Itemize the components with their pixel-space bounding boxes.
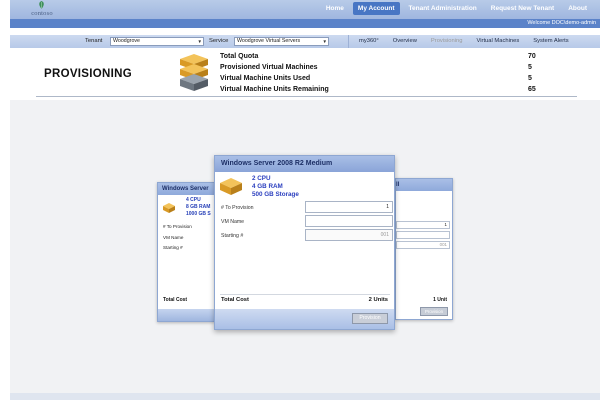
page-title: PROVISIONING <box>44 68 132 80</box>
hard-drive-icon <box>163 203 175 213</box>
quota-row: Provisioned Virtual Machines 5 <box>220 64 540 75</box>
vm-name-label: VM Name <box>163 235 184 240</box>
starting-label: Starting # <box>163 245 183 250</box>
chevron-down-icon: ▼ <box>197 39 202 44</box>
total-cost-label: Total Cost <box>221 297 249 303</box>
quota-row: Virtual Machine Units Used 5 <box>220 75 540 86</box>
tab-overview[interactable]: Overview <box>386 38 424 44</box>
footer-band <box>10 393 600 400</box>
to-provision-label: # To Provision <box>221 205 254 211</box>
hard-drive-icon <box>220 178 242 195</box>
brand-name: contoso <box>31 10 53 17</box>
quota-label: Virtual Machine Units Used <box>220 75 311 82</box>
spec-ram: 8 GB RAM <box>186 204 211 210</box>
total-cost-label: Total Cost <box>163 297 188 303</box>
top-nav: Home My Account Tenant Administration Re… <box>321 2 592 15</box>
quota-value: 65 <box>528 86 536 93</box>
tenant-select-value: Woodgrove <box>113 38 140 44</box>
card-title: Windows Server <box>158 183 214 195</box>
tab-virtual-machines[interactable]: Virtual Machines <box>469 38 526 44</box>
spec-ram: 4 GB RAM <box>252 183 283 190</box>
to-provision-input[interactable]: 1 <box>305 201 393 213</box>
chevron-down-icon: ▼ <box>322 39 327 44</box>
total-units: 1 Unit <box>433 297 447 303</box>
card-footer <box>158 309 214 321</box>
tab-provisioning[interactable]: Provisioning <box>424 38 470 44</box>
nav-home[interactable]: Home <box>321 2 349 15</box>
subnav-divider <box>348 35 349 48</box>
header-divider <box>36 96 577 97</box>
service-label: Service <box>209 38 229 44</box>
welcome-bar: Welcome DOC\demo-admin <box>10 19 600 28</box>
welcome-text: Welcome DOC\demo-admin <box>527 20 596 26</box>
server-stack-icon <box>180 54 208 91</box>
nav-request-new-tenant[interactable]: Request New Tenant <box>486 2 559 15</box>
to-provision-label: # To Provision <box>163 224 192 229</box>
quota-summary: Total Quota 70 Provisioned Virtual Machi… <box>220 53 540 97</box>
quota-value: 5 <box>528 64 532 71</box>
tenant-label: Tenant <box>85 38 103 44</box>
spec-cpu: 2 CPU <box>252 175 271 182</box>
spec-storage: 1000 GB S <box>186 211 211 217</box>
spec-cpu: 4 CPU <box>186 197 201 203</box>
tab-system-alerts[interactable]: System Alerts <box>526 38 575 44</box>
quota-label: Virtual Machine Units Remaining <box>220 86 329 93</box>
vm-name-label: VM Name <box>221 219 245 225</box>
quota-label: Provisioned Virtual Machines <box>220 64 318 71</box>
provision-button[interactable]: Provision <box>420 307 448 316</box>
service-select[interactable]: Woodgrove Virtual Servers ▼ <box>234 37 329 46</box>
starting-number-input[interactable]: 001 <box>305 229 393 241</box>
service-select-value: Woodgrove Virtual Servers <box>237 38 301 44</box>
starting-label: Starting # <box>221 233 244 239</box>
tenant-select[interactable]: Woodgrove ▼ <box>110 37 204 46</box>
spec-storage: 500 GB Storage <box>252 191 299 198</box>
nav-about[interactable]: About <box>563 2 592 15</box>
card-footer: Provision <box>215 309 394 329</box>
filter-bar: Tenant Woodgrove ▼ Service Woodgrove Vir… <box>10 35 600 48</box>
card-title: ll <box>396 179 452 191</box>
total-divider <box>220 294 390 295</box>
nav-my-account[interactable]: My Account <box>352 2 400 15</box>
quota-label: Total Quota <box>220 53 259 60</box>
screen: contoso Home My Account Tenant Administr… <box>0 0 610 400</box>
card-title: Windows Server 2008 R2 Medium <box>215 156 394 172</box>
sub-nav: my360° Overview Provisioning Virtual Mac… <box>352 38 576 44</box>
total-units: 2 Units <box>368 297 388 303</box>
tab-my360[interactable]: my360° <box>352 38 386 44</box>
vm-name-input[interactable] <box>396 231 450 239</box>
top-bar: contoso Home My Account Tenant Administr… <box>10 0 600 19</box>
quota-row: Total Quota 70 <box>220 53 540 64</box>
provision-button[interactable]: Provision <box>352 313 388 324</box>
leaf-icon <box>39 1 44 9</box>
starting-number-input[interactable]: 001 <box>396 241 450 249</box>
vm-card-previous[interactable]: Windows Server 4 CPU 8 GB RAM 1000 GB S … <box>157 182 215 322</box>
nav-tenant-administration[interactable]: Tenant Administration <box>404 2 482 15</box>
vm-name-input[interactable] <box>305 215 393 227</box>
vm-card-next[interactable]: ll 1 001 1 Unit Provision <box>395 178 453 320</box>
vm-card-current: Windows Server 2008 R2 Medium 2 CPU 4 GB… <box>214 155 395 330</box>
quota-value: 70 <box>528 53 536 60</box>
quota-value: 5 <box>528 75 532 82</box>
to-provision-input[interactable]: 1 <box>396 221 450 229</box>
brand-logo[interactable]: contoso <box>22 1 62 19</box>
